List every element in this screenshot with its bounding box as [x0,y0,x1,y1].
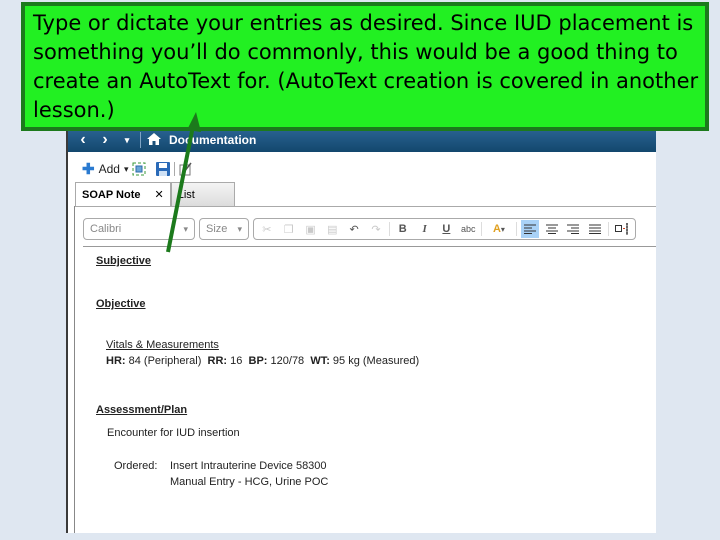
format-toolbar: Calibri ▾ Size ▾ ✂ ❐ ▣ ▤ ↶ ↷ B I U abc A… [83,218,636,242]
select-frame-icon[interactable] [132,162,146,176]
panel-border [74,206,75,533]
cut-icon[interactable]: ✂ [258,220,276,238]
vital-label: RR: [207,355,228,367]
undo-icon[interactable]: ↶ [345,220,363,238]
highlight-color-button[interactable]: A ▾ [486,220,512,238]
strikethrough-button[interactable]: abc [459,220,477,238]
toolbar-divider [174,162,176,176]
chevron-down-icon: ▾ [237,223,242,234]
tab-label: List [177,188,195,201]
tab-list[interactable]: List [170,182,235,206]
italic-button[interactable]: I [416,220,434,238]
divider [481,222,483,236]
align-left-icon[interactable] [520,220,539,238]
chevron-down-icon: ▾ [500,224,505,234]
tab-divider [75,206,656,207]
order-item: Manual Entry - HCG, Urine POC [170,476,329,488]
font-size-select[interactable]: Size ▾ [199,218,249,240]
font-size-placeholder: Size [206,223,228,235]
back-button[interactable]: ‹ [72,131,94,149]
vitals-heading: Vitals & Measurements [106,339,219,351]
vitals-line: HR: 84 (Peripheral) RR: 16 BP: 120/78 WT… [106,355,419,367]
nav-bar: ‹ › ▾ Documentation [68,128,656,152]
justify-icon[interactable] [586,220,604,238]
document-toolbar: ✚ Add ▾ [82,160,193,178]
align-center-icon[interactable] [543,220,561,238]
insert-table-icon[interactable] [613,220,631,238]
home-icon[interactable] [147,132,161,148]
align-right-icon[interactable] [564,220,582,238]
tab-strip: SOAP Note ✕ List [75,182,235,206]
history-dropdown-icon[interactable]: ▾ [116,135,138,146]
instruction-callout: Type or dictate your entries as desired.… [21,2,709,131]
page-title: Documentation [169,133,257,147]
vital-value: 16 [230,355,243,367]
objective-heading: Objective [96,298,146,310]
highlight-icon: A [492,223,501,235]
save-icon[interactable] [156,162,171,176]
redo-icon[interactable]: ↷ [367,220,385,238]
divider [388,222,390,236]
paste-special-icon[interactable]: ▤ [323,220,341,238]
ordered-label: Ordered: [114,460,158,472]
paste-icon[interactable]: ▣ [302,220,320,238]
chevron-down-icon: ▾ [183,223,188,234]
edit-icon[interactable] [179,162,193,176]
vital-value: 84 (Peripheral) [128,355,202,367]
documentation-window: ‹ › ▾ Documentation ✚ Add ▾ SOAP Note ✕ … [66,128,656,533]
font-family-value: Calibri [90,223,122,235]
order-item: Insert Intrauterine Device 58300 [170,460,327,472]
underline-button[interactable]: U [437,220,455,238]
subjective-heading: Subjective [96,255,152,267]
close-tab-icon[interactable]: ✕ [154,188,163,201]
vital-label: BP: [248,355,268,367]
add-dropdown-icon[interactable]: ▾ [124,164,129,175]
divider [608,222,610,236]
bold-button[interactable]: B [394,220,412,238]
forward-button[interactable]: › [94,131,116,149]
assessment-plan-heading: Assessment/Plan [96,404,188,416]
vital-label: WT: [310,355,330,367]
vital-value: 120/78 [270,355,305,367]
editor-divider [83,246,656,247]
tab-label: SOAP Note [82,188,141,201]
plus-icon: ✚ [82,161,95,178]
encounter-diagnosis: Encounter for IUD insertion [107,427,240,439]
divider [515,222,517,236]
font-family-select[interactable]: Calibri ▾ [83,218,195,240]
editing-buttons: ✂ ❐ ▣ ▤ ↶ ↷ B I U abc A ▾ [253,218,636,240]
copy-icon[interactable]: ❐ [280,220,298,238]
nav-divider [140,132,141,148]
vital-value: 95 kg (Measured) [332,355,420,367]
add-button[interactable]: Add [99,162,120,176]
vital-label: HR: [106,355,126,367]
tab-soap-note[interactable]: SOAP Note ✕ [75,182,171,206]
